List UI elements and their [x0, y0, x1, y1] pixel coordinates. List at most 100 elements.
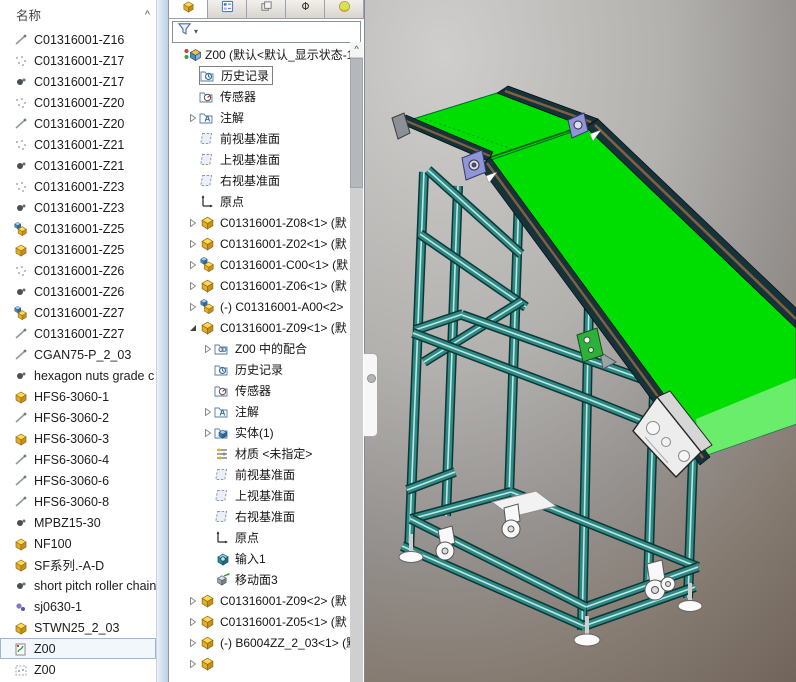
tree-scrollbar-thumb[interactable] — [350, 58, 363, 188]
tree-filter-input[interactable]: ▾ — [172, 20, 361, 43]
file-list-item[interactable]: hexagon nuts grade c — [0, 365, 156, 386]
file-list-item[interactable]: C01316001-Z20 — [0, 113, 156, 134]
expand-arrow-icon[interactable] — [186, 302, 199, 311]
file-list-item[interactable]: C01316001-Z16 — [0, 29, 156, 50]
tree-item[interactable]: 原点 — [169, 191, 350, 212]
file-list-item[interactable]: C01316001-Z21 — [0, 134, 156, 155]
tree-item-content: 移动面3 — [214, 571, 278, 588]
tree-item[interactable]: A 注解 — [169, 401, 350, 422]
file-list-item[interactable]: C01316001-Z27 — [0, 302, 156, 323]
tree-item[interactable]: 输入1 — [169, 548, 350, 569]
filter-dropdown-caret[interactable]: ▾ — [194, 27, 198, 36]
expand-arrow-icon[interactable] — [186, 638, 199, 647]
tree-item-label: 传感器 — [235, 384, 272, 398]
tree-item[interactable]: 上视基准面 — [169, 485, 350, 506]
expand-arrow-icon[interactable] — [186, 659, 199, 668]
file-list-item[interactable]: short pitch roller chain — [0, 575, 156, 596]
file-list-item[interactable]: CGAN75-P_2_03 — [0, 344, 156, 365]
tree-item[interactable]: C01316001-Z09<2> (默 — [169, 590, 350, 611]
file-item-label: C01316001-Z17 — [34, 53, 125, 68]
file-list-item[interactable]: HFS6-3060-8 — [0, 491, 156, 512]
tree-item[interactable] — [169, 653, 350, 674]
tree-item[interactable]: (-) C01316001-A00<2> — [169, 296, 350, 317]
tree-item[interactable]: 前视基准面 — [169, 464, 350, 485]
file-list-item[interactable]: C01316001-Z26 — [0, 281, 156, 302]
graphics-viewport[interactable] — [365, 0, 796, 682]
tab-configurationmanager[interactable] — [247, 0, 286, 18]
tree-item[interactable]: 前视基准面 — [169, 128, 350, 149]
tree-item-label: 材质 <未指定> — [235, 447, 313, 461]
file-list-item[interactable]: C01316001-Z20 — [0, 92, 156, 113]
tree-item[interactable]: C01316001-Z02<1> (默 — [169, 233, 350, 254]
tree-item[interactable]: 右视基准面 — [169, 170, 350, 191]
tree-item[interactable]: C01316001-Z08<1> (默 — [169, 212, 350, 233]
file-list-item[interactable]: Z00 — [0, 638, 156, 659]
tab-dimxpertmanager[interactable]: Φ — [286, 0, 325, 18]
name-column-header[interactable]: 名称 — [16, 5, 41, 24]
expand-arrow-icon[interactable] — [186, 617, 199, 626]
expand-arrow-icon[interactable] — [186, 324, 199, 332]
tree-item[interactable]: 历史记录 — [169, 359, 350, 380]
tree-item[interactable]: 历史记录 — [169, 65, 350, 86]
tree-item[interactable]: 传感器 — [169, 86, 350, 107]
collapse-chevron-icon[interactable]: ^ — [145, 9, 150, 21]
sketch-icon — [13, 54, 29, 68]
file-list-item[interactable]: C01316001-Z25 — [0, 218, 156, 239]
file-list-item[interactable]: HFS6-3060-2 — [0, 407, 156, 428]
file-list-item[interactable]: C01316001-Z23 — [0, 176, 156, 197]
file-list-item[interactable]: NF100 — [0, 533, 156, 554]
tab-featuremanager[interactable] — [169, 0, 208, 18]
file-list-header: 名称 ^ — [0, 0, 156, 29]
expand-arrow-icon[interactable] — [201, 344, 214, 353]
part-icon — [199, 614, 216, 629]
expand-arrow-icon[interactable] — [186, 281, 199, 290]
tree-item[interactable]: A 注解 — [169, 107, 350, 128]
file-list-item[interactable]: HFS6-3060-4 — [0, 449, 156, 470]
file-list-item[interactable]: C01316001-Z27 — [0, 323, 156, 344]
file-list-item[interactable]: HFS6-3060-3 — [0, 428, 156, 449]
file-list-item[interactable]: C01316001-Z26 — [0, 260, 156, 281]
file-list-item[interactable]: STWN25_2_03 — [0, 617, 156, 638]
file-list-item[interactable]: C01316001-Z21 — [0, 155, 156, 176]
plane-icon — [214, 488, 231, 503]
tree-item[interactable]: C01316001-Z06<1> (默 — [169, 275, 350, 296]
panel-splitter-handle[interactable] — [364, 353, 378, 437]
frame-strut — [412, 332, 589, 400]
file-list-item[interactable]: sj0630-1 — [0, 596, 156, 617]
expand-arrow-icon[interactable] — [201, 407, 214, 416]
tree-item[interactable]: 材质 <未指定> — [169, 443, 350, 464]
tree-item[interactable]: 原点 — [169, 527, 350, 548]
dark-icon — [13, 285, 29, 299]
tree-item[interactable]: 移动面3 — [169, 569, 350, 590]
tree-item[interactable]: 上视基准面 — [169, 149, 350, 170]
tree-item[interactable]: C01316001-Z09<1> (默 — [169, 317, 350, 338]
file-list-item[interactable]: C01316001-Z17 — [0, 50, 156, 71]
expand-arrow-icon[interactable] — [186, 218, 199, 227]
file-list-item[interactable]: C01316001-Z17 — [0, 71, 156, 92]
file-list-item[interactable]: C01316001-Z23 — [0, 197, 156, 218]
tree-item[interactable]: Z00 (默认<默认_显示状态-1> — [169, 44, 350, 65]
file-list-item[interactable]: MPBZ15-30 — [0, 512, 156, 533]
expand-arrow-icon[interactable] — [201, 428, 214, 437]
tree-item[interactable]: 右视基准面 — [169, 506, 350, 527]
tab-propertymanager[interactable] — [208, 0, 247, 18]
expand-arrow-icon[interactable] — [186, 239, 199, 248]
tree-item[interactable]: (-) B6004ZZ_2_03<1> (默 — [169, 632, 350, 653]
tree-item[interactable]: Z00 中的配合 — [169, 338, 350, 359]
dimxpertmanager-icon: Φ — [298, 0, 313, 18]
part-icon — [13, 243, 29, 257]
file-list-item[interactable]: C01316001-Z25 — [0, 239, 156, 260]
file-list-item[interactable]: Z00 — [0, 659, 156, 680]
tree-item[interactable]: C01316001-C00<1> (默 — [169, 254, 350, 275]
tree-item[interactable]: 传感器 — [169, 380, 350, 401]
tree-scroll-up-button[interactable]: ^ — [350, 42, 363, 57]
file-list-item[interactable]: HFS6-3060-1 — [0, 386, 156, 407]
tree-item[interactable]: 实体(1) — [169, 422, 350, 443]
file-list-item[interactable]: SF系列.-A-D — [0, 554, 156, 575]
expand-arrow-icon[interactable] — [186, 596, 199, 605]
expand-arrow-icon[interactable] — [186, 113, 199, 122]
tree-item[interactable]: C01316001-Z05<1> (默 — [169, 611, 350, 632]
expand-arrow-icon[interactable] — [186, 260, 199, 269]
tab-displaymanager[interactable] — [325, 0, 364, 18]
file-list-item[interactable]: HFS6-3060-6 — [0, 470, 156, 491]
